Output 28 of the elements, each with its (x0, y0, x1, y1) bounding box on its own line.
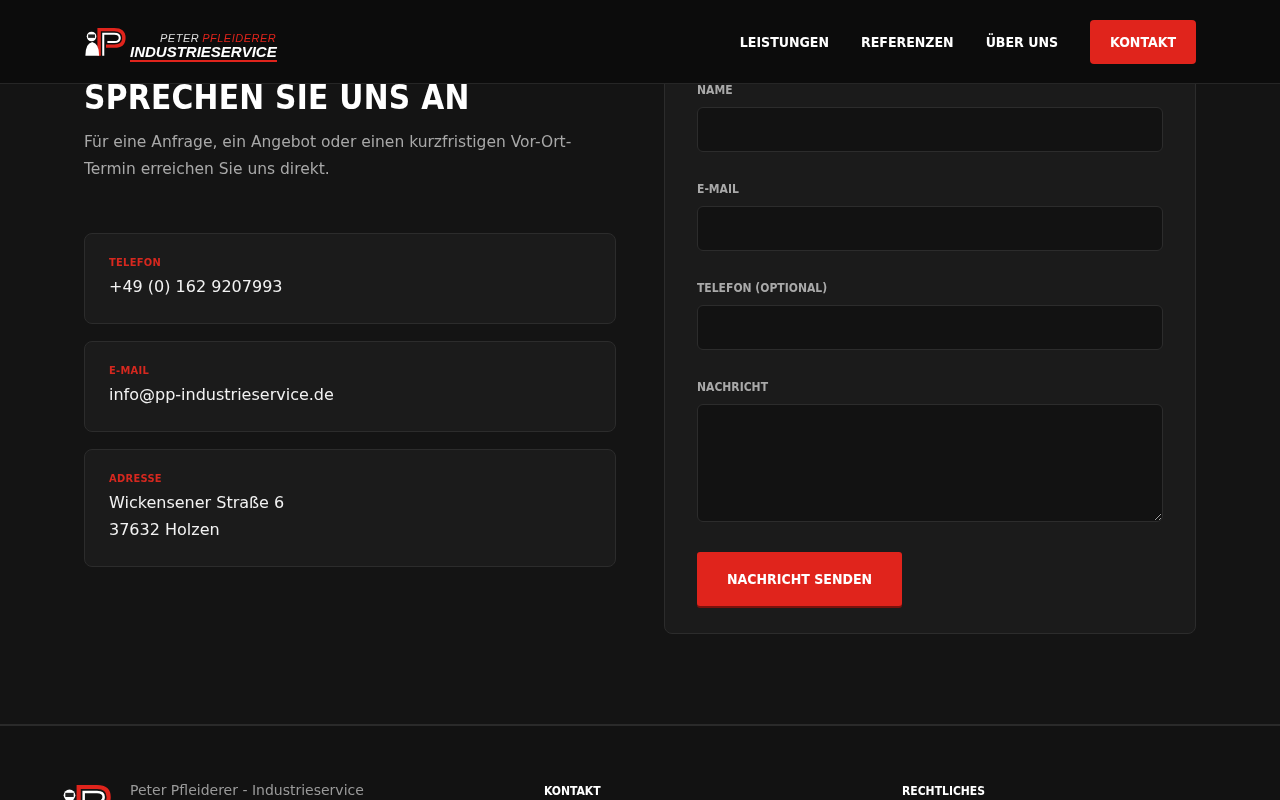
intro-text: Für eine Anfrage, ein Angebot oder einen kurzfristigen Vor-Ort-Termin erreichen Sie uns direkt. (84, 132, 573, 180)
input-field[interactable] (697, 107, 1163, 152)
card-value: info@pp-industrieservice.de (109, 384, 335, 406)
section-heading: SPRECHEN SIE UNS AN (84, 78, 471, 117)
company-name: Peter Pfleiderer - Industrieservice (130, 782, 364, 799)
input-field[interactable] (697, 206, 1163, 251)
field-label: NACHRICHT (697, 380, 769, 394)
field-label: E-MAIL (697, 182, 740, 196)
nav-link[interactable]: LEISTUNGEN (739, 33, 829, 50)
input-field[interactable] (697, 305, 1163, 350)
card-label: TELEFON (109, 256, 163, 269)
footer-heading: RECHTLICHES (902, 784, 985, 798)
field-label: NAME (697, 83, 734, 97)
logo-text: INDUSTRIESERVICE (130, 43, 277, 62)
card-value: Wickensener Straße 6 (109, 492, 286, 514)
logo-text: PETER (160, 32, 200, 44)
field-label: TELEFON (OPTIONAL) (697, 281, 829, 295)
card-value: 37632 Holzen (109, 519, 221, 541)
message-field[interactable] (697, 404, 1163, 522)
footer-heading: KONTAKT (544, 784, 601, 798)
nav-link[interactable]: ÜBER UNS (985, 33, 1058, 50)
contact-button[interactable]: KONTAKT (1090, 19, 1196, 64)
card-label: ADRESSE (109, 472, 163, 485)
submit-button[interactable]: NACHRICHT SENDEN (697, 552, 903, 606)
logo-text: PFLEIDERER (202, 32, 277, 44)
card-label: E-MAIL (109, 364, 151, 377)
nav-link[interactable]: REFERENZEN (861, 33, 954, 50)
card-value: +49 (0) 162 9207993 (109, 276, 284, 298)
